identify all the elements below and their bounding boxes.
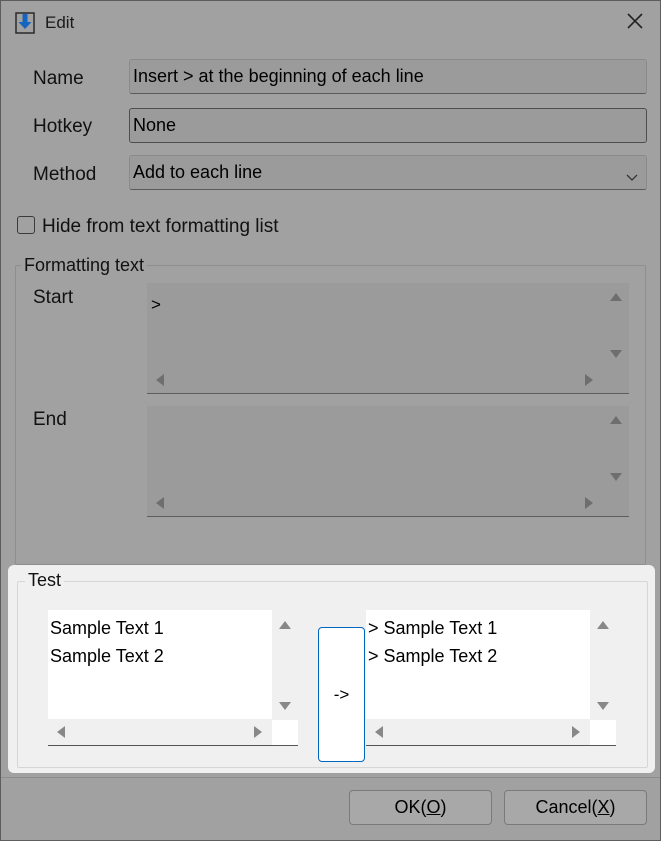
- scroll-right-icon[interactable]: [572, 726, 580, 738]
- scroll-right-icon[interactable]: [254, 726, 262, 738]
- scroll-left-icon[interactable]: [57, 726, 65, 738]
- name-value: Insert > at the beginning of each line: [133, 66, 424, 86]
- edit-dialog: Edit Name Insert > at the beginning of e…: [0, 0, 661, 841]
- scroll-up-icon[interactable]: [610, 416, 622, 424]
- output-vertical-scrollbar[interactable]: [590, 610, 616, 720]
- start-vertical-scrollbar[interactable]: [603, 283, 629, 368]
- hide-from-list-checkbox[interactable]: [17, 216, 35, 234]
- convert-button[interactable]: ->: [318, 627, 365, 762]
- end-label: End: [33, 409, 67, 430]
- chevron-down-icon: [626, 166, 638, 186]
- method-dropdown[interactable]: Add to each line: [129, 155, 647, 190]
- test-output-textbox[interactable]: > Sample Text 1 > Sample Text 2: [366, 610, 616, 746]
- start-horizontal-scrollbar[interactable]: [147, 367, 603, 393]
- scroll-right-icon[interactable]: [585, 497, 593, 509]
- scroll-up-icon[interactable]: [279, 621, 291, 629]
- end-textbox[interactable]: [147, 406, 629, 517]
- output-horizontal-scrollbar[interactable]: [366, 719, 590, 745]
- method-value: Add to each line: [133, 162, 263, 182]
- close-button[interactable]: [616, 6, 654, 40]
- scroll-down-icon[interactable]: [279, 702, 291, 710]
- hotkey-value: None: [133, 115, 177, 135]
- method-label: Method: [33, 164, 97, 185]
- scroll-down-icon[interactable]: [597, 702, 609, 710]
- hotkey-label: Hotkey: [33, 116, 93, 137]
- input-vertical-scrollbar[interactable]: [272, 610, 298, 720]
- ok-label: OK(O): [394, 797, 447, 817]
- scroll-down-icon[interactable]: [610, 473, 622, 481]
- footer-divider: [1, 777, 660, 778]
- cancel-label: Cancel(X): [535, 797, 616, 817]
- scroll-up-icon[interactable]: [610, 293, 622, 301]
- test-panel: Sample Text 1 Sample Text 2 -> > Sample …: [8, 565, 655, 773]
- close-icon: [627, 12, 643, 34]
- window-title: Edit: [45, 13, 75, 32]
- name-field[interactable]: Insert > at the beginning of each line: [129, 59, 647, 94]
- input-horizontal-scrollbar[interactable]: [48, 719, 272, 745]
- scroll-right-icon[interactable]: [585, 374, 593, 386]
- formatting-text-title: Formatting text: [21, 255, 148, 276]
- scroll-left-icon[interactable]: [375, 726, 383, 738]
- hotkey-field[interactable]: None: [129, 108, 647, 143]
- cancel-button[interactable]: Cancel(X): [504, 790, 647, 825]
- test-title: Test: [25, 570, 65, 591]
- ok-button[interactable]: OK(O): [349, 790, 492, 825]
- scroll-up-icon[interactable]: [597, 621, 609, 629]
- end-vertical-scrollbar[interactable]: [603, 406, 629, 491]
- start-text: >: [151, 295, 161, 314]
- convert-label: ->: [333, 684, 350, 704]
- test-input-text: Sample Text 1 Sample Text 2: [50, 618, 164, 666]
- end-horizontal-scrollbar[interactable]: [147, 490, 603, 516]
- test-group: Sample Text 1 Sample Text 2 -> > Sample …: [17, 581, 648, 768]
- start-label: Start: [33, 287, 74, 308]
- download-arrow-icon: [15, 12, 35, 34]
- title-bar: Edit: [1, 1, 660, 45]
- scroll-down-icon[interactable]: [610, 350, 622, 358]
- hide-from-list-label: Hide from text formatting list: [42, 216, 279, 237]
- scroll-left-icon[interactable]: [156, 374, 164, 386]
- name-label: Name: [33, 68, 84, 89]
- test-output-text: > Sample Text 1 > Sample Text 2: [368, 618, 498, 666]
- scroll-left-icon[interactable]: [156, 497, 164, 509]
- test-input-textbox[interactable]: Sample Text 1 Sample Text 2: [48, 610, 298, 746]
- start-textbox[interactable]: >: [147, 283, 629, 394]
